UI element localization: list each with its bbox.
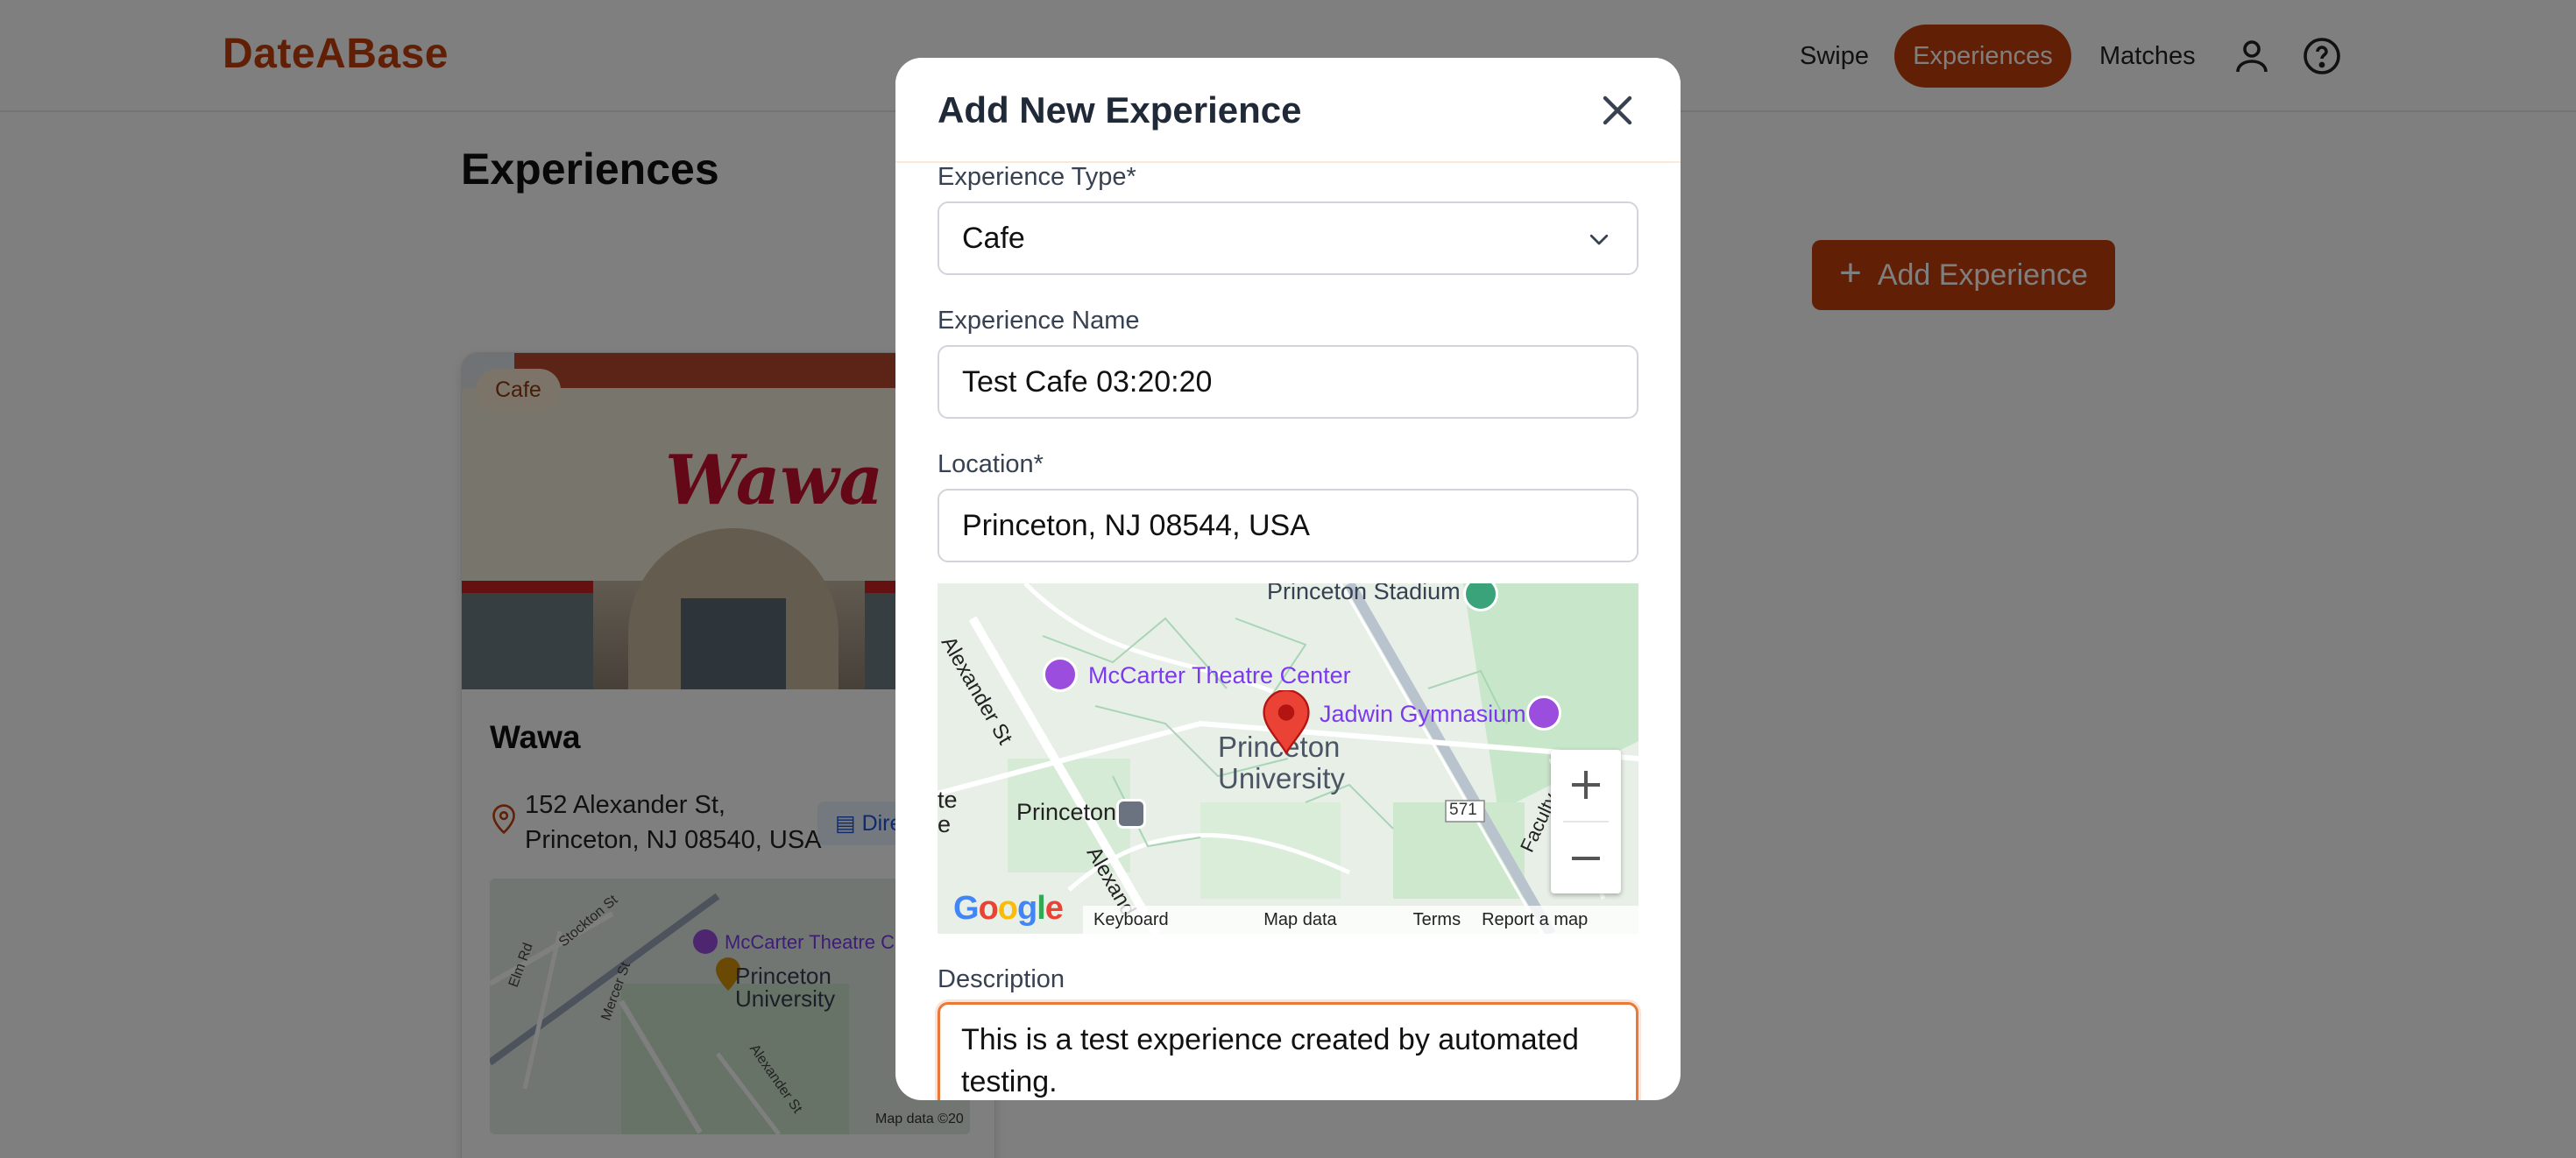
terms-link[interactable]: Terms bbox=[1413, 906, 1461, 934]
map-marker-icon[interactable] bbox=[1262, 690, 1311, 755]
train-station-icon bbox=[1116, 799, 1146, 829]
keyboard-shortcuts-link[interactable]: Keyboard shortcuts bbox=[1093, 906, 1242, 934]
google-logo: Google bbox=[953, 890, 1064, 927]
experience-type-value: Cafe bbox=[962, 222, 1025, 255]
map-label-edge-1: te bbox=[938, 787, 958, 813]
location-map[interactable]: Princeton Stadium McCarter Theatre Cente… bbox=[938, 583, 1638, 934]
modal-header: Add New Experience bbox=[895, 58, 1681, 163]
map-label-station: Princeton bbox=[1016, 799, 1117, 825]
zoom-out-icon[interactable] bbox=[1551, 823, 1621, 893]
add-experience-modal: Add New Experience Experience Type* Cafe… bbox=[895, 58, 1681, 1100]
map-footer: Keyboard shortcuts Map data ©2025 Terms … bbox=[1083, 906, 1638, 934]
zoom-divider bbox=[1563, 821, 1609, 823]
map-label-edge-2: e bbox=[938, 811, 952, 837]
theatre-icon bbox=[1043, 657, 1078, 692]
route-571-label: 571 bbox=[1449, 801, 1477, 819]
chevron-down-icon bbox=[1589, 234, 1609, 245]
location-input[interactable]: Princeton, NJ 08544, USA bbox=[938, 489, 1638, 562]
map-data-label: Map data ©2025 bbox=[1263, 910, 1337, 929]
modal-title: Add New Experience bbox=[938, 89, 1302, 131]
map-label-gym: Jadwin Gymnasium bbox=[1320, 701, 1526, 727]
zoom-control bbox=[1551, 750, 1621, 893]
description-label: Description bbox=[938, 965, 1065, 993]
experience-type-label: Experience Type* bbox=[938, 163, 1136, 191]
gym-icon bbox=[1526, 696, 1561, 731]
map-label-stadium: Princeton Stadium bbox=[1267, 583, 1461, 604]
location-label: Location* bbox=[938, 450, 1044, 478]
experience-name-label: Experience Name bbox=[938, 307, 1140, 335]
zoom-in-icon[interactable] bbox=[1551, 750, 1621, 820]
report-map-error-link[interactable]: Report a map error bbox=[1482, 906, 1628, 934]
experience-name-input[interactable]: Test Cafe 03:20:20 bbox=[938, 345, 1638, 419]
map-label-university-2: University bbox=[1218, 762, 1345, 794]
map-label-theatre: McCarter Theatre Center bbox=[1088, 662, 1351, 688]
experience-type-select[interactable]: Cafe bbox=[938, 201, 1638, 275]
close-icon[interactable] bbox=[1596, 89, 1638, 131]
description-textarea[interactable]: This is a test experience created by aut… bbox=[938, 1002, 1638, 1100]
